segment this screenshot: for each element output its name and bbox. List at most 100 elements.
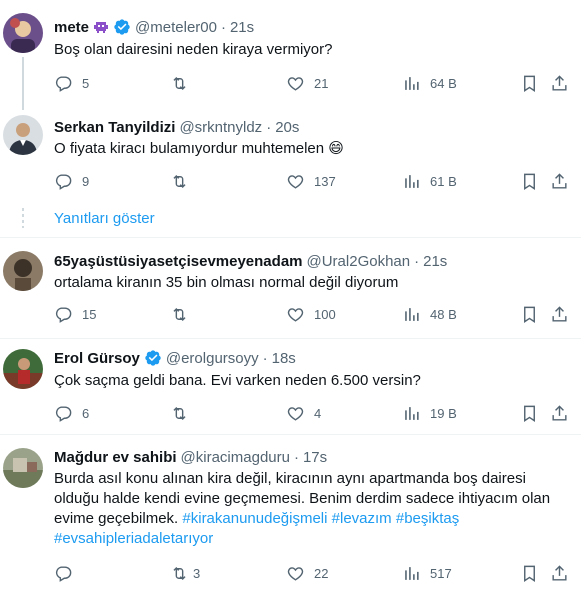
author-name[interactable]: Serkan Tanyildizi [54,119,175,136]
author-name[interactable]: mete [54,19,89,36]
retweet-button[interactable] [170,304,189,324]
avatar[interactable] [3,115,43,155]
bookmark-button[interactable] [520,304,539,324]
author-handle[interactable]: @meteler00 [135,19,217,36]
share-icon [552,74,567,91]
reply-icon [55,405,72,422]
views-count: 64 B [430,75,457,91]
bookmark-button[interactable] [520,403,539,423]
analytics-icon [405,307,419,321]
tweet-1[interactable]: mete @meteler00 · 21s Boş olan dairesini… [0,0,581,110]
share-icon [552,564,567,581]
separator-dot: · [293,448,299,466]
heart-icon [287,76,304,91]
heart-icon [287,406,304,421]
avatar[interactable] [3,13,43,53]
tweet-text-line-with-hashtags: evime geçebilmek. #kirakanunudeğişmeli #… [54,509,574,529]
retweet-count: 3 [193,565,201,581]
retweet-button[interactable] [170,73,189,93]
reply-count: 9 [82,173,90,189]
separator-dot: · [266,118,272,136]
like-button[interactable]: 137 [286,171,336,191]
tweet-text: Boş olan dairesini neden kiraya vermiyor… [54,41,333,58]
timestamp[interactable]: 21s [230,19,254,36]
retweet-icon [173,566,186,580]
tweet-3[interactable]: 65yaşüstüsiyasetçisevmeyenadam @Ural2Gok… [0,238,581,339]
reply-button[interactable]: 9 [54,171,89,191]
action-bar: 6 4 19 B [54,403,578,423]
share-button[interactable] [550,563,569,583]
views-count: 48 B [430,306,457,322]
hashtag-link[interactable]: #kirakanunudeğişmeli [182,510,327,527]
views-button[interactable]: 64 B [402,73,457,93]
bookmark-button[interactable] [520,73,539,93]
reply-button[interactable]: 5 [54,73,89,93]
views-button[interactable]: 61 B [402,171,457,191]
analytics-icon [405,406,419,420]
retweet-icon [173,307,186,321]
reply-button[interactable]: 15 [54,304,96,324]
bookmark-icon [524,565,535,582]
tweet-4[interactable]: Erol Gürsoy @erolgursoyy · 18s Çok saçma… [0,339,581,435]
action-bar: 15 100 48 B [54,304,578,324]
like-count: 100 [314,306,336,322]
like-button[interactable]: 21 [286,73,328,93]
timestamp[interactable]: 20s [275,119,299,136]
hashtag-link[interactable]: #levazım [332,510,392,527]
reply-icon [55,75,72,92]
author-handle[interactable]: @Ural2Gokhan [307,253,411,270]
verified-badge-icon [113,18,131,36]
analytics-icon [405,76,419,90]
heart-icon [287,307,304,322]
retweet-button[interactable] [170,171,189,191]
author-handle[interactable]: @erolgursoyy [166,350,259,367]
author-name[interactable]: Mağdur ev sahibi [54,449,177,466]
tweet-text-line: Burda asıl konu alınan kira değil, kirac… [54,470,526,487]
avatar[interactable] [3,251,43,291]
reply-button[interactable] [54,563,73,583]
views-button[interactable]: 517 [402,563,452,583]
timestamp[interactable]: 17s [303,449,327,466]
like-button[interactable]: 4 [286,403,321,423]
like-count: 21 [314,75,329,91]
reply-count: 6 [82,405,90,421]
hashtag-link[interactable]: #evsahipleriadaletarıyor [54,530,213,547]
avatar[interactable] [3,448,43,488]
author-name[interactable]: 65yaşüstüsiyasetçisevmeyenadam [54,253,303,270]
share-icon [552,172,567,189]
views-count: 19 B [430,405,457,421]
separator-dot: · [414,252,420,270]
share-button[interactable] [550,304,569,324]
reply-button[interactable]: 6 [54,403,89,423]
share-button[interactable] [550,73,569,93]
share-button[interactable] [550,403,569,423]
bookmark-button[interactable] [520,171,539,191]
heart-icon [287,174,304,189]
hashtag-link[interactable]: #beşiktaş [396,510,459,527]
tweet-5[interactable]: Mağdur ev sahibi @kiracimagduru · 17s Bu… [0,435,581,604]
like-button[interactable]: 22 [286,563,328,583]
author-name[interactable]: Erol Gürsoy [54,350,140,367]
like-button[interactable]: 100 [286,304,336,324]
reply-feed: mete @meteler00 · 21s Boş olan dairesini… [0,0,581,604]
views-button[interactable]: 48 B [402,304,457,324]
like-count: 22 [314,565,329,581]
show-replies-row: Yanıtları göster [0,200,581,238]
tweet-text-fragment: evime geçebilmek. [54,510,179,527]
retweet-button[interactable] [170,403,189,423]
share-button[interactable] [550,171,569,191]
author-handle[interactable]: @kiracimagduru [181,449,290,466]
tweet-2[interactable]: Serkan Tanyildizi @srkntnyldz · 20s O fi… [0,110,581,200]
retweet-button[interactable]: 3 [170,563,200,583]
timestamp[interactable]: 18s [272,350,296,367]
share-icon [552,305,567,322]
bookmark-button[interactable] [520,563,539,583]
timestamp[interactable]: 21s [423,253,447,270]
tweet-text: Burda asıl konu alınan kira değil, kirac… [54,469,574,549]
bookmark-icon [524,173,535,190]
views-button[interactable]: 19 B [402,403,457,423]
author-handle[interactable]: @srkntnyldz [179,119,262,136]
show-replies-link[interactable]: Yanıtları göster [54,210,155,227]
avatar[interactable] [3,349,43,389]
analytics-icon [405,566,419,580]
